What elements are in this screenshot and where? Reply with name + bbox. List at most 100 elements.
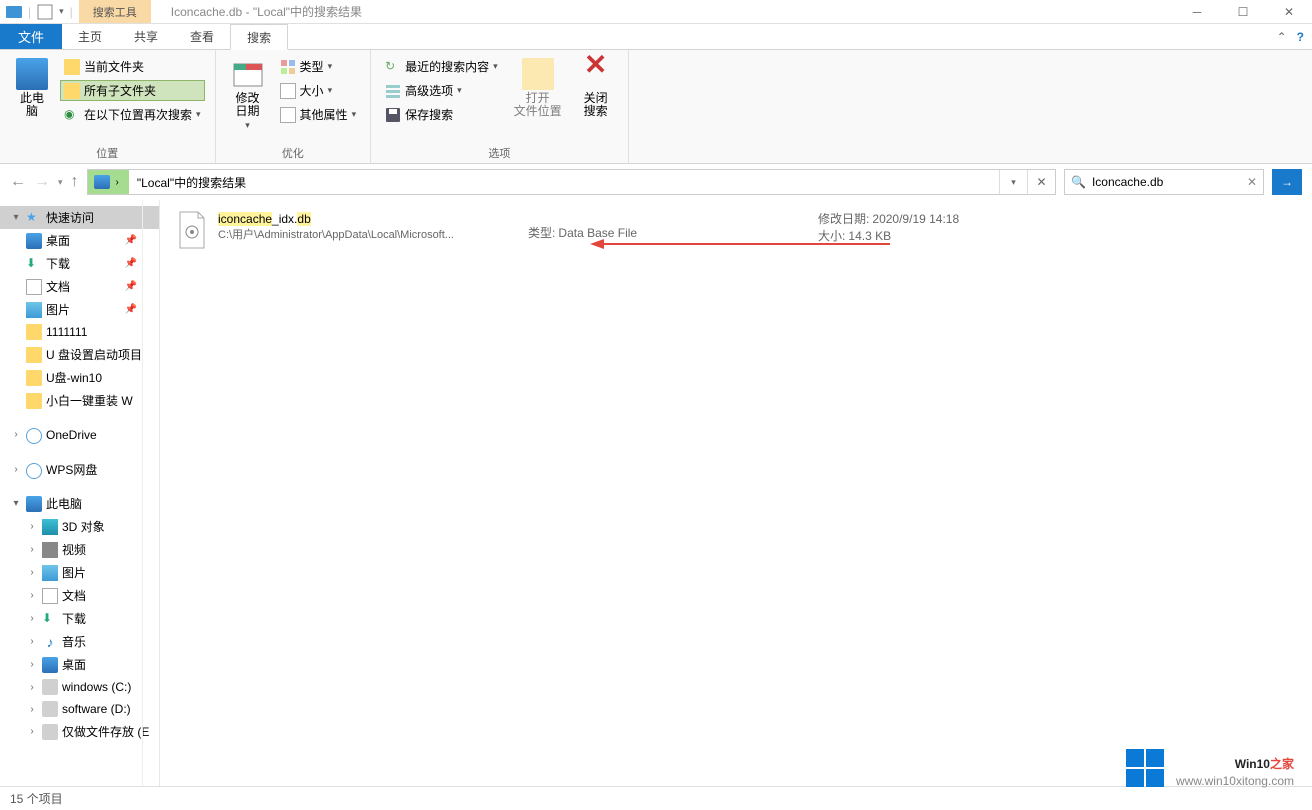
- tree-drive-e[interactable]: ›仅做文件存放 (E: [0, 720, 159, 743]
- video-icon: [42, 542, 58, 558]
- breadcrumb-dropdown[interactable]: ▾: [999, 170, 1027, 194]
- tree-videos[interactable]: ›视频: [0, 538, 159, 561]
- advanced-options-button[interactable]: 高级选项: [381, 80, 502, 101]
- tree-music[interactable]: ›♪音乐: [0, 630, 159, 653]
- label: 图片: [46, 301, 70, 318]
- current-folder-label: 当前文件夹: [84, 58, 144, 75]
- tree-documents[interactable]: 文档📌: [0, 275, 159, 298]
- cloud-icon: [26, 463, 42, 479]
- label: 文档: [62, 587, 86, 604]
- ribbon-group-optimize: 修改 日期 类型 大小 其他属性 优化: [216, 50, 372, 163]
- tree-wps[interactable]: ›WPS网盘: [0, 457, 159, 482]
- ribbon-group-options: ↻最近的搜索内容 高级选项 保存搜索 打开 文件位置 ✕ 关闭 搜索 选项: [371, 50, 629, 163]
- desktop-icon: [26, 233, 42, 249]
- all-subfolders-button[interactable]: 所有子文件夹: [60, 80, 205, 101]
- label: WPS网盘: [46, 461, 97, 478]
- search-again-button[interactable]: ◉在以下位置再次搜索: [60, 104, 205, 125]
- download-icon: ⬇: [42, 611, 58, 627]
- disk-icon: [42, 724, 58, 740]
- label: 下载: [46, 255, 70, 272]
- tab-file[interactable]: 文件: [0, 24, 62, 49]
- tree-drive-d[interactable]: ›software (D:): [0, 698, 159, 720]
- tree-quick-access[interactable]: ▾★快速访问: [0, 206, 159, 229]
- tree-onedrive[interactable]: ›OneDrive: [0, 422, 159, 447]
- tree-pictures2[interactable]: ›图片: [0, 561, 159, 584]
- back-button[interactable]: ←: [10, 173, 26, 191]
- tree-documents2[interactable]: ›文档: [0, 584, 159, 607]
- minimize-button[interactable]: ─: [1174, 0, 1220, 24]
- globe-icon: ◉: [64, 107, 80, 123]
- cloud-icon: [26, 428, 42, 444]
- modify-date-label: 修改 日期: [236, 92, 260, 118]
- label: OneDrive: [46, 428, 97, 442]
- folder-icon: [64, 59, 80, 75]
- recent-searches-button[interactable]: ↻最近的搜索内容: [381, 56, 502, 77]
- label: 小白一键重装 W: [46, 392, 133, 409]
- label: U 盘设置启动项目: [46, 346, 142, 363]
- watermark: Win10之家 www.win10xitong.com: [1126, 748, 1294, 788]
- close-button[interactable]: ✕: [1266, 0, 1312, 24]
- label: 下载: [62, 610, 86, 627]
- breadcrumb-clear[interactable]: ✕: [1027, 170, 1055, 194]
- group-optimize-label: 优化: [226, 143, 361, 161]
- breadcrumb[interactable]: › "Local"中的搜索结果 ▾ ✕: [87, 169, 1056, 195]
- save-search-label: 保存搜索: [405, 106, 453, 123]
- tree-3d[interactable]: ›3D 对象: [0, 515, 159, 538]
- current-folder-button[interactable]: 当前文件夹: [60, 56, 205, 77]
- tree-desktop[interactable]: 桌面📌: [0, 229, 159, 252]
- history-dropdown-icon[interactable]: ▾: [58, 177, 63, 188]
- app-icon: [6, 4, 22, 20]
- ribbon: 此电 脑 当前文件夹 所有子文件夹 ◉在以下位置再次搜索 位置 修改 日期 类型…: [0, 50, 1312, 164]
- tree-downloads[interactable]: ⬇下载📌: [0, 252, 159, 275]
- search-go-button[interactable]: →: [1272, 169, 1302, 195]
- tab-view[interactable]: 查看: [174, 24, 230, 49]
- annotation-arrow: [590, 234, 890, 254]
- cube-icon: [42, 519, 58, 535]
- modify-date-button[interactable]: 修改 日期: [226, 54, 270, 135]
- tree-folder-1[interactable]: 1111111: [0, 321, 159, 343]
- qat-dropdown-icon[interactable]: ▾: [59, 6, 64, 17]
- group-options-label: 选项: [381, 143, 618, 161]
- forward-button[interactable]: →: [34, 173, 50, 191]
- navigation-tree[interactable]: ▾★快速访问 桌面📌 ⬇下载📌 文档📌 图片📌 1111111 U 盘设置启动项…: [0, 200, 160, 786]
- ribbon-collapse-icon[interactable]: ⌃: [1277, 30, 1287, 44]
- up-button[interactable]: ↑: [71, 173, 79, 191]
- tree-drive-c[interactable]: ›windows (C:): [0, 676, 159, 698]
- clear-search-icon[interactable]: ✕: [1247, 175, 1257, 189]
- picture-icon: [26, 302, 42, 318]
- tree-this-pc[interactable]: ▾此电脑: [0, 492, 159, 515]
- tree-desktop2[interactable]: ›桌面: [0, 653, 159, 676]
- tree-folder-3[interactable]: U盘-win10: [0, 366, 159, 389]
- folder-icon: [64, 83, 80, 99]
- window-title: Iconcache.db - "Local"中的搜索结果: [151, 3, 1174, 20]
- tab-search[interactable]: 搜索: [230, 24, 288, 50]
- pin-icon: 📌: [125, 258, 137, 269]
- folder-open-icon: [522, 58, 554, 90]
- type-button[interactable]: 类型: [276, 56, 361, 77]
- tree-pictures[interactable]: 图片📌: [0, 298, 159, 321]
- tree-downloads2[interactable]: ›⬇下载: [0, 607, 159, 630]
- result-filename: iconcache_idx.db: [218, 210, 518, 226]
- tab-home[interactable]: 主页: [62, 24, 118, 49]
- label: 快速访问: [46, 209, 94, 226]
- properties-icon[interactable]: [37, 4, 53, 20]
- close-search-button[interactable]: ✕ 关闭 搜索: [574, 54, 618, 122]
- save-search-button[interactable]: 保存搜索: [381, 104, 502, 125]
- contextual-tab-label: 搜索工具: [79, 0, 151, 23]
- maximize-button[interactable]: ☐: [1220, 0, 1266, 24]
- label: windows (C:): [62, 680, 131, 694]
- search-input[interactable]: 🔍 Iconcache.db ✕: [1064, 169, 1264, 195]
- other-props-button[interactable]: 其他属性: [276, 104, 361, 125]
- monitor-icon: [16, 58, 48, 90]
- open-location-button[interactable]: 打开 文件位置: [508, 54, 568, 122]
- tab-share[interactable]: 共享: [118, 24, 174, 49]
- tree-folder-4[interactable]: 小白一键重装 W: [0, 389, 159, 412]
- results-pane[interactable]: iconcache_idx.db C:\用户\Administrator\App…: [160, 200, 1312, 786]
- size-button[interactable]: 大小: [276, 80, 361, 101]
- help-icon[interactable]: ?: [1297, 30, 1304, 44]
- label: 图片: [62, 564, 86, 581]
- breadcrumb-path[interactable]: "Local"中的搜索结果: [129, 174, 254, 191]
- breadcrumb-root[interactable]: ›: [88, 170, 129, 194]
- this-pc-button[interactable]: 此电 脑: [10, 54, 54, 122]
- tree-folder-2[interactable]: U 盘设置启动项目: [0, 343, 159, 366]
